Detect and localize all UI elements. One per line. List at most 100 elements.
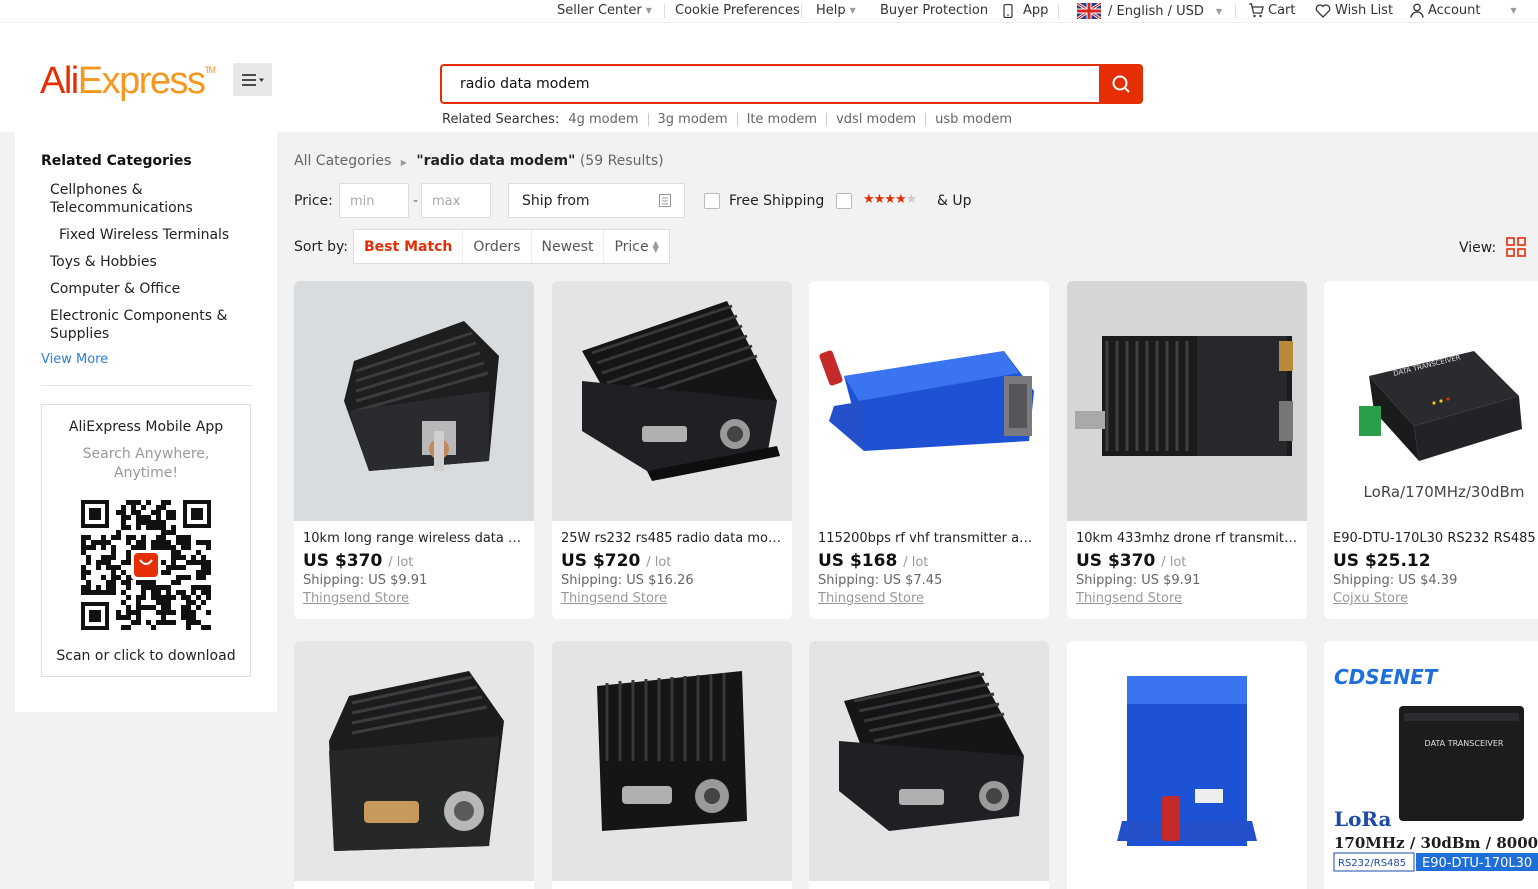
product-title[interactable]: 115200bps rf vhf transmitter and receive… [818, 531, 1040, 546]
product-card[interactable]: DATA TRANSCEIVER LoRa/170MHz/30dBm E90-D… [1324, 281, 1538, 619]
seller-center-label: Seller Center [557, 3, 642, 18]
product-card[interactable]: 10km 433mhz drone rf transmitter... US $… [1067, 281, 1307, 619]
product-info: 115200bps rf vhf transmitter and receive… [818, 531, 1040, 606]
product-price-unit: / lot [903, 555, 929, 570]
related-search-link[interactable]: 3g modem [649, 112, 737, 127]
seller-center-link[interactable]: Seller Center ▼ [557, 3, 652, 18]
divider [1235, 4, 1236, 18]
mobile-app-promo[interactable]: AliExpress Mobile App Search Anywhere, A… [41, 404, 251, 677]
divider [664, 4, 665, 18]
product-card[interactable]: 115200bps rf vhf transmitter and receive… [809, 281, 1049, 619]
product-store-link[interactable]: Thingsend Store [818, 591, 1040, 606]
buyer-protection-label: Buyer Protection [880, 3, 989, 18]
aliexpress-logo[interactable]: AliExpressTM [40, 62, 216, 100]
product-image[interactable]: DATA TRANSCEIVER LoRa/170MHz/30dBm [1324, 281, 1538, 521]
result-count: (59 Results) [579, 153, 664, 169]
sort-price[interactable]: Price ▲ ▼ [604, 230, 668, 263]
related-search-link[interactable]: lte modem [738, 112, 826, 127]
wish-list-label: Wish List [1335, 3, 1394, 18]
sidebar: Related Categories Cellphones & Telecomm… [15, 132, 277, 712]
free-shipping-label[interactable]: Free Shipping [729, 193, 824, 209]
cart-link[interactable]: Cart [1248, 3, 1296, 18]
product-price: US $720 / lot [561, 551, 783, 571]
product-image[interactable] [552, 641, 792, 881]
related-search-link[interactable]: vdsl modem [827, 112, 925, 127]
product-image[interactable] [1067, 281, 1307, 521]
product-shipping: Shipping: US $9.91 [303, 573, 428, 588]
menu-icon [241, 73, 264, 86]
product-card[interactable] [552, 641, 792, 889]
category-link-toys[interactable]: Toys & Hobbies [50, 253, 250, 271]
cookie-preferences-label: Cookie Preferences [675, 3, 800, 18]
product-card[interactable]: CDSENET DATA TRANSCEIVER LoRa 170MHz / 3… [1324, 641, 1538, 889]
sort-newest[interactable]: Newest [532, 230, 605, 263]
product-title[interactable]: 10km 433mhz drone rf transmitter... [1076, 531, 1298, 546]
product-card[interactable]: 25W rs232 rs485 radio data modem... US $… [552, 281, 792, 619]
wish-list-link[interactable]: Wish List [1315, 3, 1393, 18]
price-min-input[interactable]: min [339, 183, 409, 218]
view-more-link[interactable]: View More [41, 352, 108, 367]
cdsenet-brand-logo: CDSENET [1334, 665, 1439, 689]
ship-from-select[interactable]: Ship from [508, 183, 685, 218]
product-price: US $370 / lot [1076, 551, 1298, 571]
language-currency-selector[interactable]: / English / USD ▼ [1077, 3, 1222, 19]
product-store-link[interactable]: Thingsend Store [1076, 591, 1298, 606]
free-shipping-checkbox[interactable] [704, 193, 720, 209]
spec-label: 170MHz / 30dBm / 8000m [1334, 834, 1538, 852]
user-icon [1410, 3, 1424, 18]
model-label: E90-DTU-170L30 [1422, 856, 1532, 871]
chevron-down-icon: ▼ [1510, 6, 1517, 15]
price-max-input[interactable]: max [421, 183, 491, 218]
product-image[interactable]: CDSENET DATA TRANSCEIVER LoRa 170MHz / 3… [1324, 641, 1538, 881]
help-link[interactable]: Help ▼ [816, 3, 856, 18]
category-link-cellphones[interactable]: Cellphones & Telecommunications [50, 181, 230, 217]
grid-view-icon[interactable] [1506, 237, 1526, 257]
category-link-computer[interactable]: Computer & Office [50, 280, 250, 298]
search-input[interactable]: radio data modem [440, 64, 1100, 104]
account-link[interactable]: Account ▼ [1410, 3, 1517, 18]
related-search-link[interactable]: 4g modem [559, 112, 647, 127]
category-link-fixed-wireless[interactable]: Fixed Wireless Terminals [59, 226, 259, 244]
product-card[interactable] [809, 641, 1049, 889]
product-image[interactable] [294, 641, 534, 881]
qr-code[interactable] [81, 500, 211, 630]
top-bar: Seller Center ▼ Cookie Preferences Help … [0, 0, 1538, 22]
ship-from-label: Ship from [522, 193, 590, 209]
product-price: US $168 / lot [818, 551, 1040, 571]
product-card[interactable]: 10km long range wireless data transmitte… [294, 281, 534, 619]
product-store-link[interactable]: Thingsend Store [303, 591, 525, 606]
product-title[interactable]: E90-DTU-170L30 RS232 RS485 Wireless [1333, 531, 1538, 546]
product-image[interactable] [1067, 641, 1307, 881]
product-image[interactable] [809, 641, 1049, 881]
product-card[interactable] [1067, 641, 1307, 889]
product-image[interactable] [552, 281, 792, 521]
category-link-electronic-components[interactable]: Electronic Components & Supplies [50, 307, 230, 343]
app-link[interactable]: App [1003, 3, 1048, 18]
product-price-value: US $25.12 [1333, 551, 1431, 571]
phone-icon [1003, 3, 1013, 18]
product-image[interactable] [294, 281, 534, 521]
rating-checkbox[interactable] [836, 193, 852, 209]
category-menu-button[interactable] [233, 63, 272, 96]
product-title[interactable]: 10km long range wireless data transmitte… [303, 531, 525, 546]
product-title[interactable]: 25W rs232 rs485 radio data modem... [561, 531, 783, 546]
related-searches-label: Related Searches: [442, 112, 560, 127]
product-card[interactable] [294, 641, 534, 889]
sort-best-match[interactable]: Best Match [354, 230, 464, 263]
product-store-link[interactable]: Thingsend Store [561, 591, 783, 606]
cookie-preferences-link[interactable]: Cookie Preferences [675, 3, 800, 18]
breadcrumb-all-categories[interactable]: All Categories [294, 153, 391, 169]
sort-orders[interactable]: Orders [463, 230, 532, 263]
search-button[interactable] [1099, 64, 1143, 104]
product-image[interactable] [809, 281, 1049, 521]
cart-label: Cart [1268, 3, 1296, 18]
chevron-down-icon: ▼ [849, 6, 856, 15]
chevron-down-icon: ▼ [645, 6, 652, 15]
app-label: App [1023, 3, 1049, 18]
buyer-protection-link[interactable]: Buyer Protection [880, 3, 988, 18]
related-search-link[interactable]: usb modem [926, 112, 1021, 127]
language-currency-label: / English / USD [1108, 3, 1204, 19]
product-price-value: US $370 [303, 551, 383, 571]
product-store-link[interactable]: Cojxu Store [1333, 591, 1538, 606]
product-info: 10km long range wireless data transmitte… [303, 531, 525, 606]
